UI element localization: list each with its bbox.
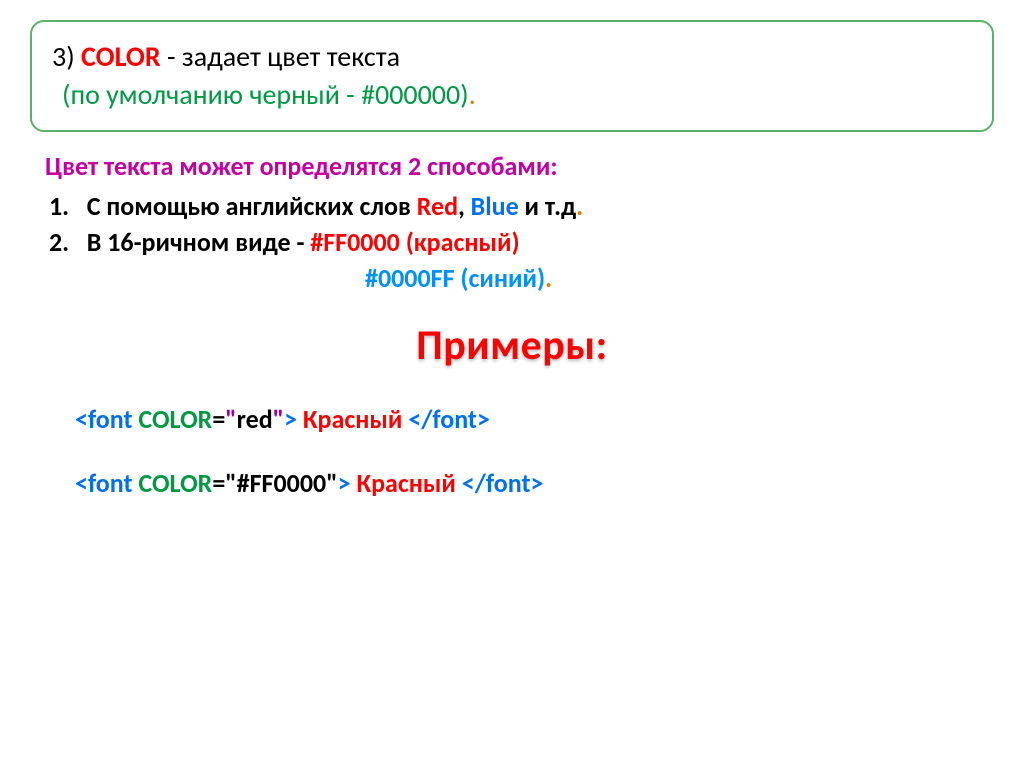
ex2-attr: COLOR [138, 467, 212, 499]
title-dash: - [161, 39, 182, 74]
ex1-lt: < [75, 403, 88, 435]
ex2-lt2: </ [462, 467, 486, 499]
item2-text: В 16-ричном виде - [69, 226, 310, 258]
item1-dot: . [576, 190, 583, 222]
ex1-gt: > [284, 403, 297, 435]
ex1-q1: " [225, 403, 236, 435]
item2b-hex-blue: #0000FF (синий) [365, 262, 545, 294]
ex1-attr: COLOR [138, 403, 212, 435]
examples-heading: Примеры: [45, 320, 979, 371]
item1-sep: , [458, 190, 471, 222]
intro-text: Цвет текста может определятся 2 способам… [45, 150, 979, 182]
ex2-q1: " [225, 467, 236, 499]
ex2-q2: " [326, 467, 337, 499]
ex1-content: Красный [297, 403, 408, 435]
ex1-tag-close: font [432, 403, 477, 435]
title-default-text: по умолчанию черный - #000000) [71, 77, 469, 112]
ex2-gt: > [338, 467, 351, 499]
item1-red: Red [417, 190, 458, 222]
ex2-eq: = [212, 467, 225, 499]
item2b-dot: . [545, 262, 552, 294]
ex2-tag-close: font [486, 467, 531, 499]
item1-etc: и т.д [519, 190, 576, 222]
ex2-tag-open: font [88, 467, 133, 499]
example-2: <font COLOR="#FF0000"> Красный </font> [45, 467, 979, 499]
ex1-tag-open: font [88, 403, 133, 435]
ex1-lt2: </ [408, 403, 432, 435]
title-dot: . [469, 77, 476, 112]
item1-num: 1. [49, 190, 69, 222]
example-1: <font COLOR="red"> Красный </font> [45, 403, 979, 435]
body-content: Цвет текста может определятся 2 способам… [0, 150, 1024, 499]
ex2-content: Красный [351, 467, 462, 499]
ex1-gt2: > [477, 403, 490, 435]
item1-blue: Blue [471, 190, 519, 222]
slide-content: 3) COLOR - задает цвет текста (по умолча… [0, 0, 1024, 499]
ex2-gt2: > [530, 467, 543, 499]
title-color-attr: COLOR [81, 39, 161, 74]
ex1-q2: " [273, 403, 284, 435]
title-paren-open: ( [62, 77, 71, 112]
list-item-1: 1. С помощью английских слов Red, Blue и… [45, 190, 979, 222]
title-line-2: (по умолчанию черный - #000000). [52, 76, 972, 114]
ex1-eq: = [212, 403, 225, 435]
list-item-2b: #0000FF (синий). [45, 262, 979, 294]
ex2-lt: < [75, 467, 88, 499]
title-descr: задает цвет текста [182, 39, 400, 74]
ex2-val: #FF0000 [237, 467, 327, 499]
title-line-1: 3) COLOR - задает цвет текста [52, 38, 972, 76]
list-item-2: 2. В 16-ричном виде - #FF0000 (красный) [45, 226, 979, 258]
title-box: 3) COLOR - задает цвет текста (по умолча… [30, 20, 994, 132]
item2-num: 2. [49, 226, 69, 258]
item1-text: С помощью английских слов [69, 190, 417, 222]
item2-hex-red: #FF0000 (красный) [310, 226, 519, 258]
title-number: 3) [52, 39, 81, 74]
ex1-val: red [237, 403, 273, 435]
